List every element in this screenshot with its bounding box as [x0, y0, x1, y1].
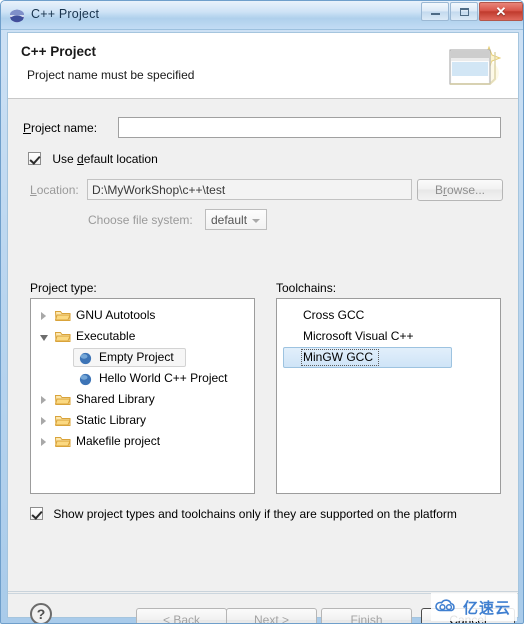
footer-separator [8, 591, 518, 592]
use-default-location-label: Use default location [52, 152, 158, 166]
location-input[interactable] [87, 179, 412, 200]
folder-icon [54, 393, 71, 407]
tree-item-label: GNU Autotools [76, 308, 156, 322]
back-button-label: < Back [162, 613, 201, 624]
finish-button-label: Finish [350, 613, 383, 624]
maximize-button[interactable] [450, 2, 478, 21]
dialog-body: Project name: Use default location Locat… [8, 99, 518, 593]
minimize-button[interactable] [421, 2, 449, 21]
back-button[interactable]: < Back [136, 608, 227, 624]
show-supported-only-label: Show project types and toolchains only i… [53, 507, 457, 521]
choose-file-system-value: default [211, 213, 248, 227]
blue-sphere-icon [79, 372, 92, 386]
cloud-logo-icon [435, 598, 459, 617]
tree-item-hello-world-cpp-project[interactable]: Hello World C++ Project [31, 368, 254, 389]
watermark: 亿速云 [430, 593, 517, 621]
toolchain-item-label: Microsoft Visual C++ [303, 329, 414, 343]
eclipse-sphere-icon [9, 8, 25, 24]
window-title: C++ Project [31, 7, 100, 21]
toolchain-item-label: MinGW GCC [303, 350, 373, 364]
tree-item-empty-project[interactable]: Empty Project [31, 347, 254, 368]
toolchains-label: Toolchains: [276, 281, 337, 295]
toolchain-item-cross-gcc[interactable]: Cross GCC [277, 305, 500, 326]
page-title: C++ Project [21, 44, 97, 59]
project-name-row: Project name: [8, 117, 518, 139]
browse-button-label: Browse... [434, 183, 486, 197]
watermark-text: 亿速云 [462, 598, 511, 617]
folder-icon [54, 414, 71, 428]
folder-icon [54, 435, 71, 449]
tree-item-gnu-autotools[interactable]: GNU Autotools [31, 305, 254, 326]
wizard-header: C++ Project Project name must be specifi… [8, 33, 518, 99]
choose-file-system-row: Choose file system: default [8, 209, 518, 231]
show-supported-only-row[interactable]: Show project types and toolchains only i… [30, 507, 457, 521]
location-label: Location: [30, 183, 79, 197]
tree-item-label: Hello World C++ Project [99, 371, 228, 385]
browse-button[interactable]: Browse... [417, 179, 503, 201]
tree-item-label: Static Library [76, 413, 147, 427]
title-bar: C++ Project ✕ [1, 1, 523, 30]
chevron-right-icon[interactable] [39, 410, 51, 431]
help-button[interactable]: ? [30, 603, 52, 623]
toolchain-item-mingw-gcc[interactable]: MinGW GCC [283, 347, 452, 368]
folder-icon [54, 330, 71, 344]
toolchains-list[interactable]: Cross GCC Microsoft Visual C++ MinGW GCC [276, 298, 501, 494]
location-row: Location: Browse... [8, 179, 518, 201]
wizard-window-sparkle-icon [445, 39, 502, 93]
tree-item-label: Makefile project [76, 434, 161, 448]
tree-item-static-library[interactable]: Static Library [31, 410, 254, 431]
tree-item-label: Empty Project [99, 350, 174, 364]
folder-icon [54, 309, 71, 323]
tree-item-label: Executable [76, 329, 136, 343]
tree-item-executable[interactable]: Executable [31, 326, 254, 347]
tree-item-label: Shared Library [76, 392, 155, 406]
chevron-right-icon[interactable] [39, 389, 51, 410]
chevron-right-icon[interactable] [39, 305, 51, 326]
blue-sphere-icon [79, 351, 92, 365]
project-type-label: Project type: [30, 281, 97, 295]
window-controls: ✕ [421, 2, 523, 21]
project-name-input[interactable] [118, 117, 501, 138]
show-supported-only-checkbox[interactable] [30, 507, 43, 520]
close-button[interactable]: ✕ [479, 2, 523, 21]
tree-item-shared-library[interactable]: Shared Library [31, 389, 254, 410]
dialog-client: C++ Project Project name must be specifi… [7, 32, 519, 623]
chevron-right-icon[interactable] [39, 431, 51, 452]
project-name-label: Project name: [23, 121, 98, 135]
use-default-location-row[interactable]: Use default location [28, 152, 158, 166]
project-type-tree[interactable]: GNU Autotools Executable Empty Project H… [30, 298, 255, 494]
next-button[interactable]: Next > [226, 608, 317, 624]
toolchain-item-microsoft-visual-cpp[interactable]: Microsoft Visual C++ [277, 326, 500, 347]
choose-file-system-select[interactable]: default [205, 209, 267, 230]
chevron-down-icon[interactable] [39, 326, 51, 347]
toolchain-item-label: Cross GCC [303, 308, 365, 322]
tree-item-makefile-project[interactable]: Makefile project [31, 431, 254, 452]
close-icon: ✕ [495, 4, 507, 19]
choose-file-system-label: Choose file system: [88, 213, 193, 227]
finish-button[interactable]: Finish [321, 608, 412, 624]
page-message: Project name must be specified [27, 68, 195, 82]
next-button-label: Next > [253, 613, 290, 624]
dialog-window: C++ Project ✕ C++ Project Project name m… [0, 0, 524, 624]
question-mark-icon: ? [36, 606, 46, 622]
use-default-location-checkbox[interactable] [28, 152, 41, 165]
chevron-down-icon [252, 219, 260, 223]
